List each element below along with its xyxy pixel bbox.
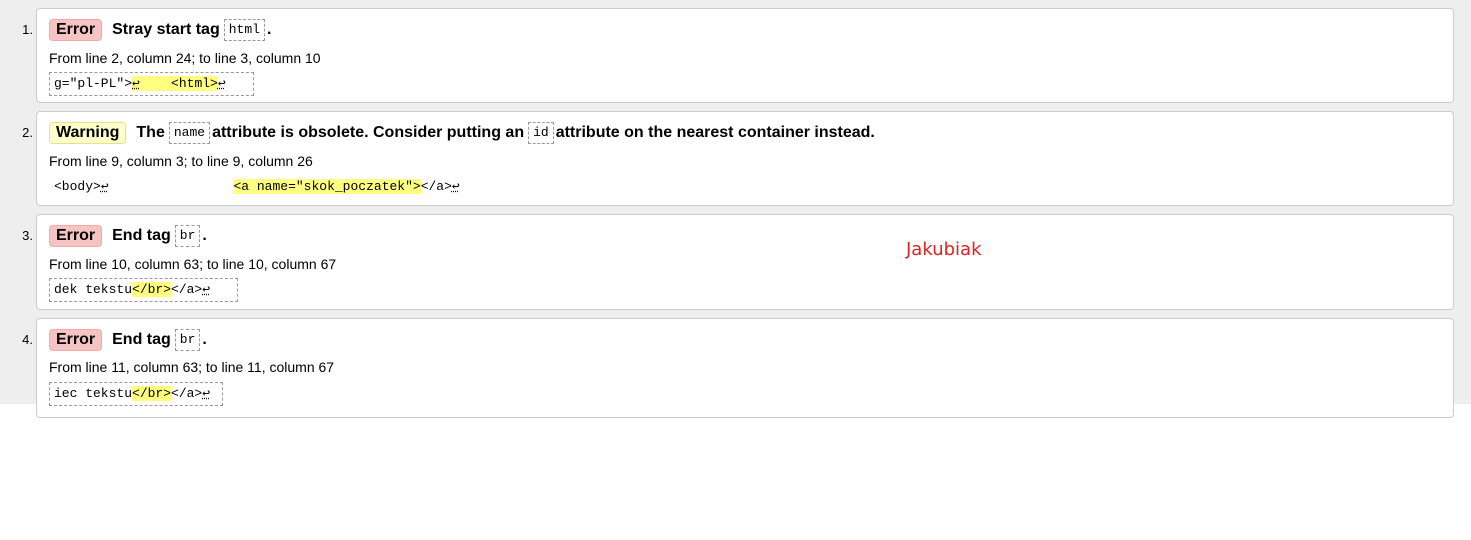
line-feed-icon: ↩ [100,179,109,194]
title-code: name [168,122,211,144]
message-location: From line 2, column 24; to line 3, colum… [49,50,321,66]
message-title: Error Stray start tag html . [49,17,271,43]
code-extract: iec tekstu</br></a>↩ [49,382,223,406]
extract-text [210,386,218,401]
title-text: . [202,331,207,348]
message-title: Warning The name attribute is obsolete. … [49,120,875,146]
title-text: attribute on the nearest container inste… [555,124,875,141]
title-code: br [174,329,201,351]
author-annotation: Jakubiak [906,239,982,260]
message-location: From line 10, column 63; to line 10, col… [49,256,337,272]
message-index: 4. [22,332,33,347]
title-text: . [266,21,272,38]
extract-text [109,179,234,194]
title-text: End tag [112,331,171,348]
message-item-2: Warning The name attribute is obsolete. … [36,111,1454,206]
title-code: br [174,225,201,247]
message-item-3: Error End tag br . From line 10, column … [36,214,1454,310]
message-location: From line 11, column 63; to line 11, col… [49,359,335,375]
message-item-1: Error Stray start tag html . From line 2… [36,8,1454,103]
code-extract: dek tekstu</br></a>↩ [49,278,239,302]
extract-highlight: </br> [132,386,172,401]
message-item-4: Error End tag br . From line 11, column … [36,318,1454,418]
line-feed-icon: ↩ [451,179,460,194]
message-index: 2. [22,125,33,140]
title-text: attribute is obsolete. Consider putting … [212,124,525,141]
error-badge: Error [49,225,103,247]
message-location: From line 9, column 3; to line 9, column… [49,153,313,169]
error-badge: Error [49,329,103,351]
extract-text: </a> [420,179,452,194]
message-index: 3. [22,228,33,243]
extract-highlight: <a name="skok_poczatek"> [233,179,421,194]
line-feed-icon: ↩ [202,386,211,401]
title-text: Stray start tag [112,21,220,38]
warning-badge: Warning [49,122,127,144]
validator-results-panel: 1. Error Stray start tag html . From lin… [0,0,1471,418]
message-title: Error End tag br . [49,327,207,353]
title-text: . [202,227,207,244]
title-text: The [136,124,165,141]
extract-highlight: <html> [139,76,218,91]
title-code: html [223,19,265,41]
extract-text: </a> [171,386,203,401]
extract-highlight: </br> [132,282,172,297]
title-text: End tag [112,227,171,244]
extract-text: </a> [171,282,203,297]
extract-text: g="pl-PL"> [54,76,133,91]
extract-text [226,76,249,91]
code-extract: g="pl-PL">↩ <html>↩ [49,72,255,96]
extract-text [210,282,233,297]
line-feed-icon: ↩ [202,282,211,297]
line-feed-icon: ↩ [217,76,226,91]
message-index: 1. [22,22,33,37]
extract-text: iec tekstu [54,386,133,401]
code-extract: <body>↩ <a name="skok_poczatek"></a>↩ [49,175,465,199]
extract-text: <body> [54,179,101,194]
title-code: id [528,122,554,144]
line-feed-icon: ↩ [132,76,140,91]
extract-text: dek tekstu [54,282,133,297]
message-title: Error End tag br . [49,223,207,249]
error-badge: Error [49,19,103,41]
